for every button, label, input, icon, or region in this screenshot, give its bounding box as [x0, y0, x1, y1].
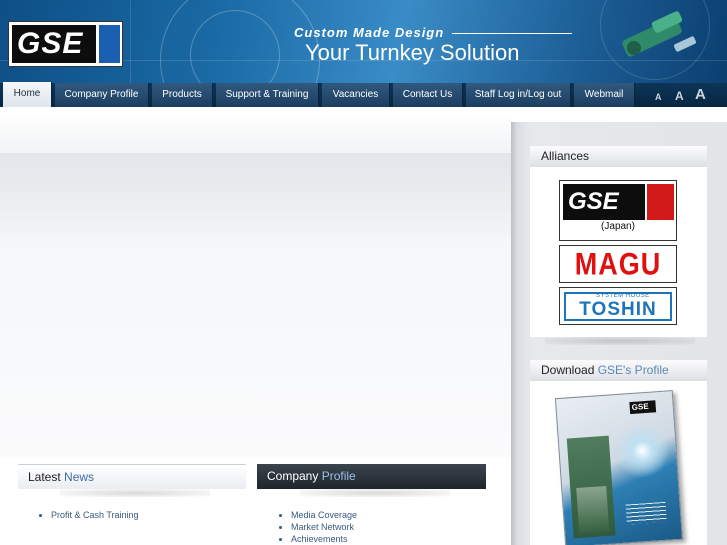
company-profile-header: Company Profile	[257, 464, 486, 489]
panel-shadow	[60, 489, 210, 497]
company-profile-brochure-download[interactable]: GSE	[554, 390, 684, 545]
alliance-logo-toshin[interactable]: SYSTEM HOUSE TOSHIN	[559, 287, 677, 325]
machine-part-illustration	[622, 11, 697, 57]
gse-japan-red-block	[647, 184, 674, 220]
site-logo[interactable]: GSE	[8, 21, 123, 67]
brochure-text-lines	[625, 501, 667, 525]
site-logo-text: GSE	[12, 25, 96, 63]
company-profile-title-prefix: Company	[267, 469, 319, 483]
alliance-logo-gse-japan[interactable]: GSE (Japan)	[559, 180, 677, 241]
alliances-title: Alliances	[541, 149, 590, 163]
tab-company-profile[interactable]: Company Profile	[55, 83, 149, 107]
tagline-big: Your Turnkey Solution	[305, 40, 520, 65]
latest-news-list: Profit & Cash Training	[51, 509, 139, 521]
latest-news-title-highlight: News	[64, 470, 95, 484]
tab-contact-us[interactable]: Contact Us	[393, 83, 463, 107]
download-profile-highlight: GSE's Profile	[597, 363, 669, 377]
site-logo-blue-block	[99, 25, 120, 63]
panel-shadow	[300, 489, 450, 497]
profile-item-link[interactable]: Market Network	[291, 521, 357, 533]
brochure-graphic	[612, 421, 672, 481]
content-band	[0, 238, 512, 458]
alliance-logo-magu[interactable]: MAGU	[559, 245, 677, 283]
font-size-medium-button[interactable]: A	[675, 89, 684, 103]
news-item-link[interactable]: Profit & Cash Training	[51, 509, 139, 521]
latest-news-title-prefix: Latest	[28, 470, 61, 484]
magu-logo-text: MAGU	[574, 246, 662, 282]
download-profile-header: Download GSE's Profile	[530, 360, 707, 381]
tab-products[interactable]: Products	[152, 83, 213, 107]
font-size-large-button[interactable]: A	[695, 86, 706, 103]
blueprint-line	[130, 0, 131, 83]
content-band	[0, 113, 512, 153]
panel-shadow	[545, 337, 695, 345]
tagline-small: Custom Made Design	[294, 25, 445, 40]
company-profile-list: Media Coverage Market Network Achievemen…	[291, 509, 357, 545]
tab-support-training[interactable]: Support & Training	[216, 83, 319, 107]
download-profile-prefix: Download	[541, 363, 595, 377]
tab-home[interactable]: Home	[3, 82, 52, 107]
tab-vacancies[interactable]: Vacancies	[322, 83, 390, 107]
brochure-photo	[576, 485, 610, 534]
alliances-header: Alliances	[530, 146, 707, 167]
main-navigation: Home Company Profile Products Support & …	[0, 82, 727, 107]
company-profile-title-highlight: Profile	[321, 469, 356, 483]
header-banner: GSE Custom Made Design Your Turnkey Solu…	[0, 0, 727, 83]
brochure-logo: GSE	[629, 400, 657, 415]
tab-staff-login[interactable]: Staff Log in/Log out	[466, 83, 571, 107]
tab-webmail[interactable]: Webmail	[574, 83, 635, 107]
font-size-small-button[interactable]: A	[655, 92, 662, 102]
gse-japan-caption: (Japan)	[601, 221, 635, 232]
profile-item-link[interactable]: Achievements	[291, 533, 357, 545]
content-band	[0, 153, 512, 238]
toshin-logo-text: TOSHIN	[579, 299, 657, 320]
tagline-rule	[452, 33, 572, 34]
profile-item-link[interactable]: Media Coverage	[291, 509, 357, 521]
gse-japan-logo-text: GSE	[563, 184, 645, 220]
latest-news-header: Latest News	[18, 464, 246, 489]
